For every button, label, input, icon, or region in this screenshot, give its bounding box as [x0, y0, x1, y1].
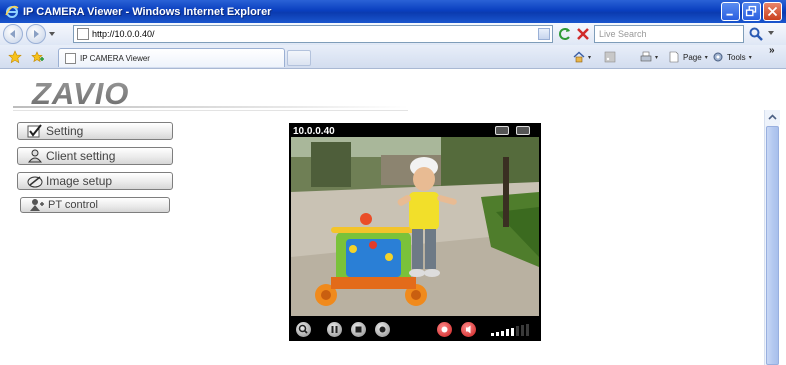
ie-logo-icon: [5, 5, 19, 18]
image-setup-label: Image setup: [46, 174, 113, 188]
page-dropdown-icon: ▾: [704, 54, 708, 61]
page-menu-icon: [669, 51, 679, 63]
pt-control-icon: [30, 199, 44, 211]
search-icon[interactable]: [748, 26, 764, 42]
tab-page-icon: [65, 52, 76, 64]
snapshot-icon: [441, 326, 448, 333]
address-input[interactable]: http://10.0.0.40/: [73, 25, 553, 43]
favorites-star-icon[interactable]: [8, 50, 22, 64]
tab-bar: IP CAMERA Viewer ▾ ▾ Page ▾ Tools ▾ »: [0, 45, 786, 69]
back-button[interactable]: [3, 24, 23, 44]
close-button[interactable]: [763, 2, 782, 21]
address-url: http://10.0.0.40/: [92, 29, 155, 39]
restore-button[interactable]: [742, 2, 761, 21]
address-bar: http://10.0.0.40/ Live Search: [0, 23, 786, 45]
pause-button[interactable]: [327, 322, 342, 337]
header-divider: [13, 110, 408, 111]
restore-icon: [745, 5, 757, 17]
stop-video-icon: [355, 326, 362, 333]
feeds-button[interactable]: [604, 51, 616, 63]
checkmark-icon: [27, 124, 42, 138]
image-icon: [27, 176, 43, 188]
print-dropdown-icon: ▾: [655, 54, 659, 61]
image-setup-button[interactable]: Image setup: [17, 172, 173, 190]
page-content: ZAVIO Setting Client setting Image setup: [0, 70, 786, 365]
client-setting-button[interactable]: Client setting: [17, 147, 173, 165]
snapshot-button[interactable]: [437, 322, 452, 337]
close-icon: [767, 6, 778, 17]
forward-icon: [34, 30, 39, 38]
zoom-icon: [298, 324, 308, 334]
live-video-feed: [291, 137, 539, 316]
setting-label: Setting: [46, 124, 84, 138]
pause-icon: [331, 326, 338, 333]
tools-gear-icon: [713, 52, 723, 62]
search-input[interactable]: Live Search: [594, 25, 744, 43]
tools-dropdown-icon: ▾: [748, 54, 752, 61]
minimize-button[interactable]: [721, 2, 740, 21]
window-title: IP CAMERA Viewer - Windows Internet Expl…: [23, 5, 272, 18]
volume-level-icon[interactable]: [489, 323, 531, 336]
back-icon: [10, 30, 15, 38]
title-bar: IP CAMERA Viewer - Windows Internet Expl…: [0, 0, 786, 23]
client-setting-label: Client setting: [46, 149, 116, 163]
logo-underline: [13, 106, 408, 108]
forward-button[interactable]: [26, 24, 46, 44]
pt-control-label: PT control: [48, 199, 98, 211]
scroll-up-icon[interactable]: [765, 110, 780, 125]
home-dropdown-icon: ▾: [588, 54, 592, 61]
setting-button[interactable]: Setting: [17, 122, 173, 140]
refresh-icon[interactable]: [557, 26, 573, 42]
user-icon: [27, 149, 43, 163]
history-dropdown-icon[interactable]: [48, 30, 56, 38]
pt-control-button[interactable]: PT control: [20, 197, 170, 213]
vertical-scrollbar[interactable]: [764, 110, 780, 365]
logo-text: ZAVIO: [31, 76, 129, 110]
browser-window: IP CAMERA Viewer - Windows Internet Expl…: [0, 0, 786, 365]
toolbar-overflow-label: »: [769, 45, 775, 56]
window-controls: [721, 2, 782, 21]
zavio-logo: ZAVIO: [31, 76, 129, 110]
zoom-button[interactable]: [296, 322, 311, 337]
new-tab-button[interactable]: [287, 50, 311, 66]
minimize-icon: [726, 13, 733, 16]
page-menu-button[interactable]: Page ▾: [668, 51, 708, 63]
scroll-thumb[interactable]: [766, 126, 779, 365]
record-icon: [379, 326, 386, 333]
feeds-icon: [604, 51, 616, 63]
page-menu-label: Page: [683, 52, 702, 62]
camera-ip-label: 10.0.0.40: [293, 126, 335, 137]
camera-info-icon[interactable]: [495, 126, 509, 135]
address-dropdown-button[interactable]: [538, 28, 550, 40]
print-icon: [640, 51, 652, 62]
toolbar-overflow[interactable]: »: [769, 45, 775, 56]
record-button[interactable]: [375, 322, 390, 337]
stop-icon[interactable]: [575, 26, 591, 42]
audio-icon: [466, 325, 471, 334]
tools-menu-button[interactable]: Tools ▾: [712, 51, 752, 63]
add-favorites-icon[interactable]: [30, 50, 44, 64]
page-icon: [77, 28, 89, 40]
home-button[interactable]: ▾: [573, 51, 591, 63]
video-player: 10.0.0.40: [289, 123, 541, 341]
fullscreen-icon[interactable]: [516, 126, 530, 135]
audio-button[interactable]: [461, 322, 476, 337]
search-options-icon[interactable]: [766, 28, 776, 38]
home-icon: [573, 51, 585, 63]
print-button[interactable]: ▾: [640, 51, 658, 63]
stop-video-button[interactable]: [351, 322, 366, 337]
tab-label: IP CAMERA Viewer: [80, 53, 150, 63]
tab-ip-camera-viewer[interactable]: IP CAMERA Viewer: [58, 48, 285, 67]
tools-menu-label: Tools: [727, 52, 746, 62]
